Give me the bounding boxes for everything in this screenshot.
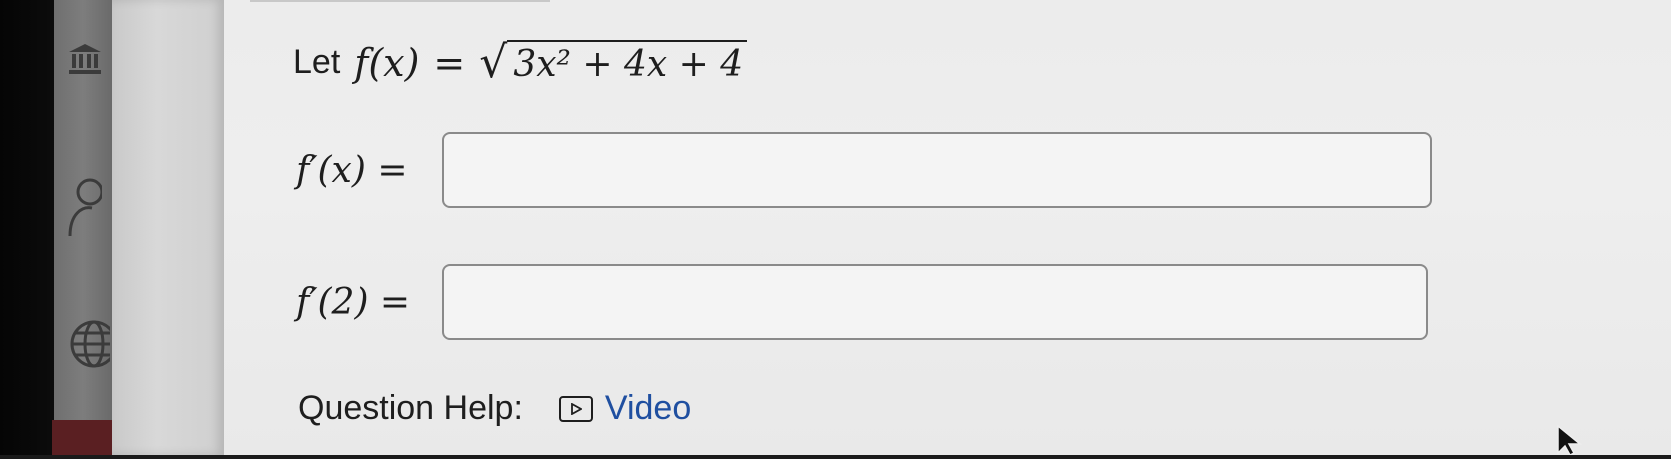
question-help-label: Question Help: <box>298 389 523 427</box>
problem-statement: Let f(x) = √ 3x² + 4x + 4 <box>293 37 748 88</box>
derivative-at-2-input[interactable] <box>442 264 1428 340</box>
answer-row-derivative: f′(x) = <box>296 132 1432 208</box>
derivative-label: f′(x) = <box>296 149 408 191</box>
top-border <box>250 0 550 2</box>
question-help: Question Help: Video <box>298 389 691 428</box>
problem-equals: = <box>433 40 466 85</box>
play-video-icon <box>558 395 593 422</box>
video-help-link[interactable]: Video <box>558 389 692 428</box>
derivative-input[interactable] <box>442 132 1432 208</box>
panel-divider <box>112 0 224 455</box>
answer-row-derivative-at-2: f′(2) = <box>296 264 1428 340</box>
video-help-label: Video <box>604 389 692 427</box>
globe-icon[interactable] <box>68 318 118 374</box>
derivative-at-2-label: f′(2) = <box>296 281 411 323</box>
sidebar <box>54 0 118 420</box>
mouse-pointer-icon <box>1556 424 1586 459</box>
problem-function: f(x) <box>354 40 420 85</box>
institution-icon[interactable] <box>68 42 102 80</box>
radicand: 3x² + 4x + 4 <box>507 40 748 85</box>
square-root: √ 3x² + 4x + 4 <box>479 37 748 88</box>
user-icon[interactable] <box>68 178 104 242</box>
radical-sign-icon: √ <box>479 37 508 88</box>
problem-prefix: Let <box>293 43 341 81</box>
